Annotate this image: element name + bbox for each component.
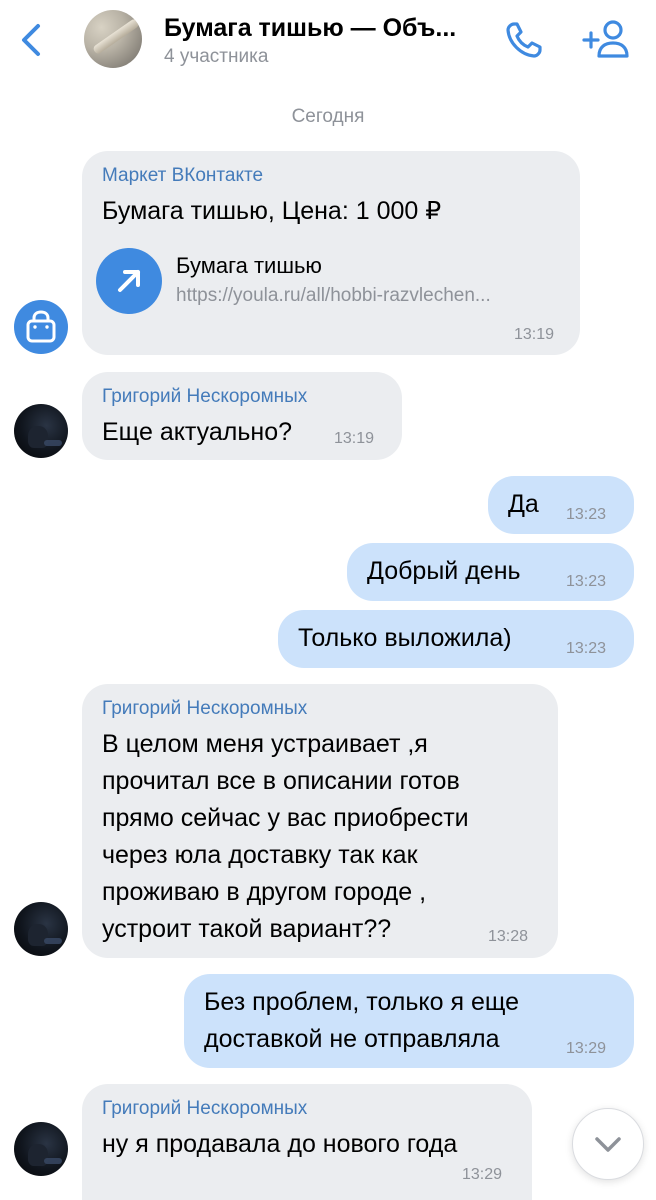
arrow-up-right-icon	[118, 270, 140, 292]
message-text: ну я продавала до нового года	[102, 1130, 458, 1158]
message-time: 13:28	[488, 928, 529, 945]
message-text: Да	[508, 490, 539, 518]
message-text: Бумага тишью, Цена: 1 000 ₽	[102, 197, 442, 225]
message-bubble[interactable]: Маркет ВКонтакте Бумага тишью, Цена: 1 0…	[82, 151, 580, 355]
sender-avatar[interactable]	[14, 1122, 68, 1176]
message-time: 13:19	[514, 326, 555, 343]
message-time: 13:23	[566, 573, 607, 590]
sender-name[interactable]: Григорий Нескоромных	[102, 1098, 307, 1120]
message-text: Добрый день	[367, 557, 521, 585]
message-text-line: доставкой не отправляла	[204, 1025, 500, 1053]
participants-count: 4 участника	[164, 46, 269, 67]
back-button[interactable]	[16, 18, 48, 62]
message-text-line: В целом меня устраивает ,я	[102, 730, 428, 758]
market-avatar[interactable]	[14, 300, 68, 354]
message-text-line: проживаю в другом городе ,	[102, 878, 427, 906]
message-text-line: прочитал все в описании готов	[102, 767, 460, 795]
message-bubble[interactable]: Добрый день 13:23	[347, 543, 634, 601]
shopping-bag-icon	[26, 310, 56, 343]
link-title[interactable]: Бумага тишью	[176, 253, 322, 279]
message-text: Еще актуально?	[102, 418, 293, 446]
sender-name[interactable]: Григорий Нескоромных	[102, 698, 307, 720]
sender-avatar[interactable]	[14, 902, 68, 956]
message-text-line: устроит такой вариант??	[102, 915, 392, 943]
chat-title[interactable]: Бумага тишью — Объ...	[164, 14, 476, 43]
sender-name[interactable]: Маркет ВКонтакте	[102, 165, 263, 187]
chevron-left-icon	[22, 24, 40, 56]
message-time: 13:23	[566, 506, 607, 523]
date-separator: Сегодня	[291, 106, 365, 127]
link-button[interactable]	[96, 248, 162, 314]
chat-avatar[interactable]	[84, 10, 142, 68]
message-text-line: прямо сейчас у вас приобрести	[102, 804, 469, 832]
message-bubble[interactable]: Григорий Нескоромных Еще актуально? 13:1…	[82, 372, 402, 460]
message-bubble[interactable]: Без проблем, только я еще доставкой не о…	[184, 974, 634, 1068]
add-member-button[interactable]	[580, 16, 634, 64]
chevron-down-icon	[595, 1137, 621, 1152]
message-time: 13:29	[566, 1040, 607, 1057]
message-time: 13:19	[334, 430, 375, 447]
phone-icon	[506, 22, 542, 58]
link-url[interactable]: https://youla.ru/all/hobbi-razvlechen...	[176, 285, 570, 307]
message-time: 13:29	[462, 1166, 503, 1183]
chat-header: Бумага тишью — Объ... 4 участника	[0, 0, 656, 84]
sender-name[interactable]: Григорий Нескоромных	[102, 386, 307, 408]
message-time: 13:23	[566, 640, 607, 657]
message-bubble[interactable]: Да 13:23	[488, 476, 634, 534]
message-text: Только выложила)	[298, 624, 512, 652]
message-text-line: Без проблем, только я еще	[204, 988, 520, 1016]
add-user-icon	[582, 20, 629, 58]
message-text-line: через юла доставку так как	[102, 841, 418, 869]
message-bubble[interactable]: Григорий Нескоромных ну я продавала до н…	[82, 1084, 532, 1200]
scroll-down-button[interactable]	[572, 1108, 644, 1180]
sender-avatar[interactable]	[14, 404, 68, 458]
call-button[interactable]	[500, 16, 548, 64]
message-bubble[interactable]: Только выложила) 13:23	[278, 610, 634, 668]
message-bubble[interactable]: Григорий Нескоромных В целом меня устраи…	[82, 684, 558, 958]
